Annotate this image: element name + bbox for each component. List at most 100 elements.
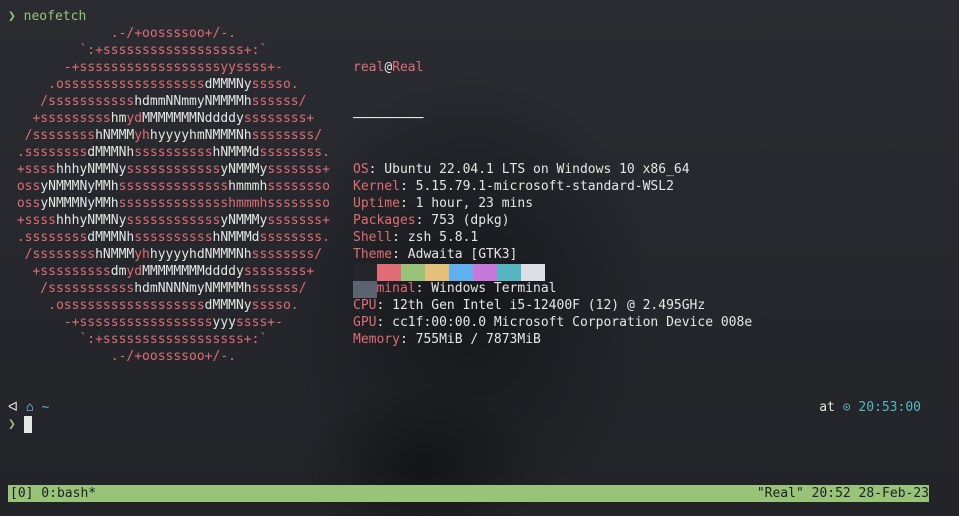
logo-segment: oss: [9, 179, 41, 194]
logo-segment: yd: [126, 264, 143, 279]
logo-segment: dMMMNy: [204, 77, 252, 92]
info-key: GPU: [353, 315, 377, 330]
logo-line: ossyNMMMNyMMhsssssssssssssshmmmhssssssso: [9, 196, 330, 211]
input-line[interactable]: ❯: [8, 416, 32, 433]
logo-line: /sssssssshNMMMyhhyyyyhmNMMMNhssssssss/: [9, 128, 322, 143]
logo-segment: dMMMNy: [204, 298, 252, 313]
clock-icon: ⊙: [842, 400, 851, 415]
logo-line: .ossssssssssssssssssdMMMNysssso.: [9, 77, 299, 92]
color-swatch: [353, 264, 377, 281]
color-swatch: [497, 264, 521, 281]
color-swatch: [473, 264, 497, 281]
current-path: ~: [41, 400, 50, 415]
logo-segment: ssssssssssss: [126, 162, 221, 177]
home-icon: ⌂: [25, 400, 34, 415]
ubuntu-ascii-logo: .-/+oossssoo+/-. `:+ssssssssssssssssss+:…: [9, 25, 330, 365]
logo-segment: sssso.: [251, 298, 299, 313]
info-value: : Adwaita [GTK3]: [392, 247, 518, 262]
at-sign: @: [384, 60, 393, 75]
logo-segment: .ossssssssssssssssss: [9, 298, 205, 313]
color-swatch: [425, 264, 449, 281]
color-swatch: [521, 264, 545, 281]
info-value: : cc1f:00:00.0 Microsoft Corporation Dev…: [376, 315, 753, 330]
logo-line: +sssssssssdmydMMMMMMMMddddyssssssss+: [9, 264, 314, 279]
at-label: at: [819, 400, 835, 415]
command-line: ❯ neofetch: [8, 8, 86, 25]
command-text: neofetch: [23, 9, 87, 24]
info-separator: ─────────: [353, 111, 424, 126]
tmux-status-right: "Real" 20:52 28-Feb-23: [756, 486, 929, 501]
prompt-left-symbol: ᐊ: [8, 400, 18, 415]
logo-segment: ssssssssss: [134, 145, 213, 160]
info-value: : 12th Gen Intel i5-12400F (12) @ 2.495G…: [376, 298, 706, 313]
logo-segment: ssssssss+: [243, 264, 315, 279]
logo-line: .ssssssssdMMMNhsssssssssshNMMMdssssssss.: [9, 230, 330, 245]
logo-line: -+ssssssssssssssssssyyssss+-: [9, 60, 283, 75]
info-value: : 1 hour, 23 mins: [399, 196, 534, 211]
info-value: : 5.15.79.1-microsoft-standard-WSL2: [399, 179, 674, 194]
hostname: Real: [392, 60, 424, 75]
logo-segment: ssssssso: [267, 179, 330, 194]
info-row: CPU: 12th Gen Intel i5-12400F (12) @ 2.4…: [353, 297, 752, 314]
logo-segment: sssssss+: [267, 213, 330, 228]
prompt-status-left: ᐊ ⌂ ~: [8, 399, 49, 416]
tmux-window-list[interactable]: [0] 0:bash*: [10, 485, 96, 502]
logo-line: /ssssssssssshdmNNNNmyNMMMMhssssss/: [9, 281, 306, 296]
info-row: Uptime: 1 hour, 23 mins: [353, 195, 752, 212]
info-row: GPU: cc1f:00:00.0 Microsoft Corporation …: [353, 314, 752, 331]
logo-segment: yNMMMy: [220, 213, 268, 228]
logo-line: ossyNMMMNyMMhsssssssssssssshmmmhssssssso: [9, 179, 330, 194]
logo-segment: yNMMMNyMMh: [40, 179, 119, 194]
logo-segment: +sssssssss: [9, 264, 111, 279]
logo-line: /sssssssshNMMMyhhyyyyhdNMMMNhssssssss/: [9, 247, 322, 262]
info-row: Theme: Adwaita [GTK3]: [353, 246, 752, 263]
logo-line: `:+ssssssssssssssssss+:`: [9, 332, 267, 347]
input-prompt-symbol: ❯: [8, 417, 16, 432]
logo-segment: ssssssss/: [251, 247, 323, 262]
info-value: : Ubuntu 22.04.1 LTS on Windows 10 x86_6…: [368, 162, 690, 177]
info-row: Kernel: 5.15.79.1-microsoft-standard-WSL…: [353, 178, 752, 195]
color-swatch: [449, 264, 473, 281]
logo-line: .-/+oossssoo+/-.: [9, 349, 236, 364]
info-value: : 753 (dpkg): [415, 213, 510, 228]
logo-segment: oss: [9, 196, 41, 211]
logo-segment: dMMMNh: [87, 145, 135, 160]
info-key: OS: [353, 162, 369, 177]
logo-segment: hm: [110, 111, 127, 126]
logo-segment: hmmmh: [228, 179, 268, 194]
logo-segment: ssss+-: [235, 315, 283, 330]
logo-segment: yh: [134, 247, 150, 262]
logo-segment: .ssssssss: [9, 230, 88, 245]
info-key: CPU: [353, 298, 377, 313]
logo-segment: hNMMMd: [212, 145, 260, 160]
info-key: Packages: [353, 213, 416, 228]
logo-segment: yh: [134, 128, 150, 143]
info-value: : zsh 5.8.1: [392, 230, 479, 245]
info-key: Kernel: [353, 179, 400, 194]
logo-segment: dm: [110, 264, 127, 279]
logo-segment: ssssssssssss: [126, 213, 221, 228]
info-value: : 755MiB / 7873MiB: [399, 332, 541, 347]
logo-segment: -+sssssssssssssssss: [9, 315, 213, 330]
logo-segment: hNMMMd: [212, 230, 260, 245]
logo-line: -+sssssssssssssssssyyyssss+-: [9, 315, 283, 330]
logo-segment: /sssssssssss: [9, 94, 135, 109]
logo-segment: ssssssss.: [259, 145, 330, 160]
color-swatch: [401, 264, 425, 281]
logo-line: +sssshhhyNMMNyssssssssssssyNMMMysssssss+: [9, 162, 330, 177]
logo-segment: MMMMMMMNddddy: [142, 111, 244, 126]
info-key: Shell: [353, 230, 393, 245]
logo-segment: dMMMNh: [87, 230, 135, 245]
logo-segment: ssssss/: [251, 281, 307, 296]
logo-segment: sssso.: [251, 77, 299, 92]
logo-line: +sssshhhyNMMNyssssssssssssyNMMMysssssss+: [9, 213, 330, 228]
info-row: OS: Ubuntu 22.04.1 LTS on Windows 10 x86…: [353, 161, 752, 178]
logo-segment: hhhyNMMNy: [55, 213, 127, 228]
logo-segment: .ssssssss: [9, 145, 88, 160]
logo-segment: .-/+oossssoo+/-.: [9, 26, 236, 41]
logo-segment: /sssssssssss: [9, 281, 135, 296]
text-cursor[interactable]: [23, 416, 32, 433]
prompt-status-right: at ⊙ 20:53:00: [819, 399, 921, 416]
system-info: real@Real ───────── OS: Ubuntu 22.04.1 L…: [353, 25, 752, 365]
username: real: [353, 60, 385, 75]
